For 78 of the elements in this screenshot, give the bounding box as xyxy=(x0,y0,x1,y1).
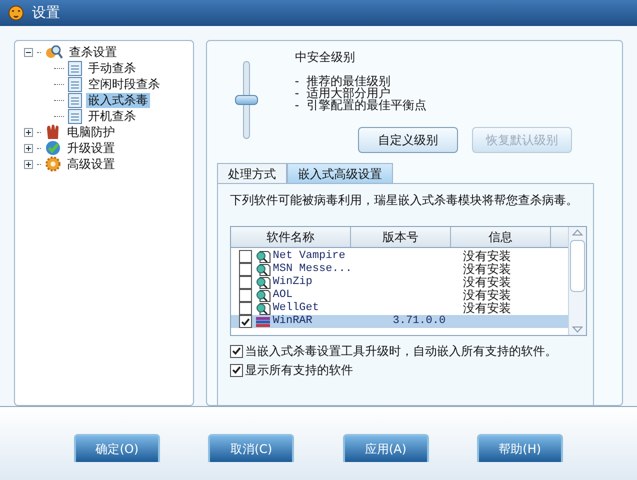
checkbox[interactable] xyxy=(230,364,243,376)
column-header[interactable]: 信息 xyxy=(450,227,551,247)
option-label: 当嵌入式杀毒设置工具升级时，自动嵌入所有支持的软件。 xyxy=(244,344,557,358)
status-text: 没有安装 xyxy=(462,276,512,289)
software-row[interactable]: AOL 没有安装 xyxy=(230,289,568,302)
version-text: 3.71.0.0 xyxy=(392,315,447,328)
footer-button[interactable]: 应用(A) xyxy=(342,434,429,462)
scroll-down-icon[interactable] xyxy=(572,326,583,333)
software-name: Net Vampire xyxy=(272,250,346,263)
status-text: 没有安装 xyxy=(462,250,512,263)
gear-icon xyxy=(45,156,61,172)
tree-item[interactable]: 开机查杀 xyxy=(86,108,138,124)
document-icon xyxy=(68,60,82,76)
description-text: 下列软件可能被病毒利用，瑞星嵌入式杀毒模块将帮您查杀病毒。 xyxy=(230,192,579,208)
scrollbar[interactable] xyxy=(568,227,586,335)
security-level-slider[interactable] xyxy=(235,61,258,139)
checkbox[interactable] xyxy=(238,276,252,289)
checkbox[interactable] xyxy=(238,302,252,315)
tree-item[interactable]: 手动查杀 xyxy=(86,60,138,76)
document-icon xyxy=(68,108,82,124)
document-icon xyxy=(68,92,82,108)
check-icon xyxy=(232,347,241,355)
level-description: - 引擎配置的最佳平衡点 xyxy=(294,99,428,111)
globe-icon xyxy=(45,140,61,156)
magnifier-icon xyxy=(45,44,63,60)
software-row[interactable]: Net Vampire 没有安装 xyxy=(230,250,568,263)
stacked-books-icon xyxy=(254,316,271,328)
magnifier-icon xyxy=(254,290,271,302)
scroll-thumb[interactable] xyxy=(570,240,585,292)
software-name: WinRAR xyxy=(272,315,314,328)
software-name: WellGet xyxy=(272,302,320,315)
level-title: 中安全级别 xyxy=(294,49,356,65)
window-title: 设置 xyxy=(32,4,60,22)
level-description: - 适用大部分用户 xyxy=(294,87,391,99)
checkbox[interactable] xyxy=(230,344,243,358)
status-text: 没有安装 xyxy=(462,263,512,276)
tab[interactable]: 处理方式 xyxy=(216,163,287,183)
software-row[interactable]: WinZip 没有安装 xyxy=(230,276,568,289)
check-icon xyxy=(232,366,241,374)
magnifier-icon xyxy=(254,302,271,314)
column-header[interactable]: 版本号 xyxy=(350,227,451,247)
checkbox[interactable] xyxy=(238,315,252,328)
expand-icon[interactable] xyxy=(24,144,33,152)
software-name: WinZip xyxy=(272,276,314,289)
magnifier-icon xyxy=(254,276,271,288)
level-description: - 推荐的最佳级别 xyxy=(294,75,392,87)
software-row[interactable]: MSN Messe... 没有安装 xyxy=(230,263,568,276)
tree-item[interactable]: 电脑防护 xyxy=(65,124,117,140)
status-text: 没有安装 xyxy=(462,302,512,315)
footer-button[interactable]: 确定(O) xyxy=(74,434,160,462)
expand-icon[interactable] xyxy=(24,160,33,168)
tree-item[interactable]: 嵌入式杀毒 xyxy=(86,92,150,108)
tree-item[interactable]: 升级设置 xyxy=(65,140,117,156)
expand-icon[interactable] xyxy=(24,128,33,136)
scroll-up-icon[interactable] xyxy=(572,229,583,236)
status-text: 没有安装 xyxy=(462,289,512,302)
tree-item[interactable]: 高级设置 xyxy=(65,156,117,172)
tab[interactable]: 嵌入式高级设置 xyxy=(286,163,393,183)
check-icon xyxy=(240,318,250,326)
software-row[interactable]: WinRAR 3.71.0.0 xyxy=(230,315,568,328)
collapse-icon[interactable] xyxy=(24,48,33,56)
magnifier-icon xyxy=(254,250,271,262)
tree-item[interactable]: 空闲时段查杀 xyxy=(86,76,162,92)
software-name: AOL xyxy=(272,289,294,302)
document-icon xyxy=(68,76,82,92)
column-header[interactable]: 软件名称 xyxy=(230,227,351,247)
level-button[interactable]: 自定义级别 xyxy=(358,127,458,153)
option-label: 显示所有支持的软件 xyxy=(244,363,353,377)
checkbox[interactable] xyxy=(238,263,252,276)
checkbox[interactable] xyxy=(238,289,252,302)
footer-button[interactable]: 取消(C) xyxy=(208,434,294,462)
software-row[interactable]: WellGet 没有安装 xyxy=(230,302,568,315)
tree-item[interactable]: 查杀设置 xyxy=(67,44,119,60)
magnifier-icon xyxy=(254,264,271,276)
footer-button[interactable]: 帮助(H) xyxy=(476,434,563,462)
checkbox[interactable] xyxy=(238,250,252,263)
software-name: MSN Messe... xyxy=(272,263,353,276)
slider-thumb[interactable] xyxy=(235,95,258,105)
